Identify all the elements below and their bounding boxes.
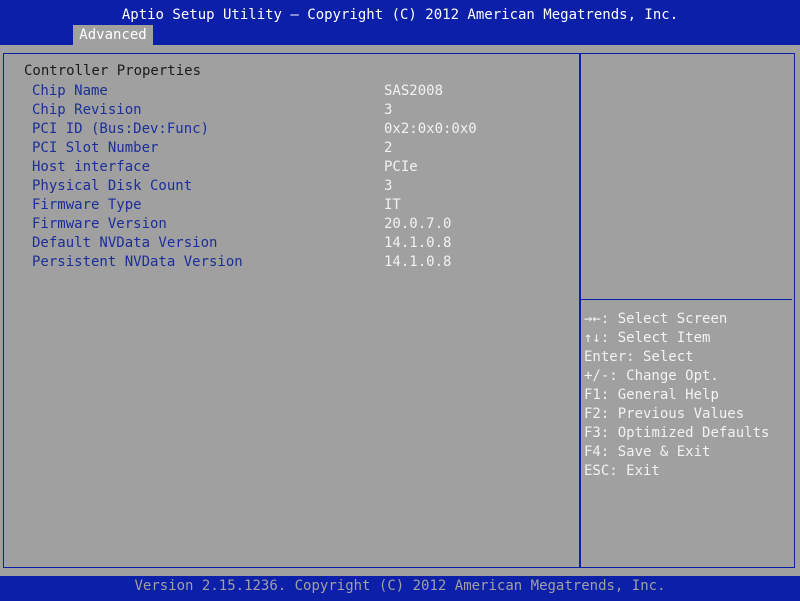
help-text: Select Item	[609, 330, 711, 346]
property-value: 20.0.7.0	[384, 216, 452, 232]
help-line-select-item: ↑↓: Select Item	[584, 330, 710, 346]
help-text: Select Screen	[609, 311, 728, 327]
help-divider	[581, 299, 792, 300]
arrow-up-down-icon: ↑↓:	[584, 330, 610, 346]
property-label: Firmware Version	[32, 216, 167, 232]
tab-advanced[interactable]: Advanced	[73, 25, 153, 45]
help-line-save-exit: F4: Save & Exit	[584, 444, 710, 460]
help-text: Save & Exit	[609, 444, 711, 460]
property-row-pci-id[interactable]: PCI ID (Bus:Dev:Func) 0x2:0x0:0x0	[0, 121, 560, 140]
property-row-chip-name[interactable]: Chip Name SAS2008	[0, 83, 560, 102]
property-label: Firmware Type	[32, 197, 142, 213]
footer-bar: Version 2.15.1236. Copyright (C) 2012 Am…	[0, 576, 800, 601]
property-label: Default NVData Version	[32, 235, 218, 251]
property-row-host-interface[interactable]: Host interface PCIe	[0, 159, 560, 178]
property-label: Chip Name	[32, 83, 108, 99]
panel-divider	[579, 53, 581, 568]
version-text: Version 2.15.1236. Copyright (C) 2012 Am…	[134, 578, 666, 594]
help-key: F4:	[584, 444, 610, 460]
property-value: PCIe	[384, 159, 418, 175]
property-row-firmware-type[interactable]: Firmware Type IT	[0, 197, 560, 216]
property-row-chip-revision[interactable]: Chip Revision 3	[0, 102, 560, 121]
property-label: Physical Disk Count	[32, 178, 193, 194]
help-text: General Help	[609, 387, 719, 403]
help-text: Optimized Defaults	[609, 425, 770, 441]
help-line-previous-values: F2: Previous Values	[584, 406, 744, 422]
property-label: PCI ID (Bus:Dev:Func)	[32, 121, 210, 137]
help-key: F2:	[584, 406, 610, 422]
utility-title: Aptio Setup Utility – Copyright (C) 2012…	[121, 7, 679, 23]
help-key: Enter:	[584, 349, 635, 365]
property-label: Persistent NVData Version	[32, 254, 243, 270]
help-line-enter: Enter: Select	[584, 349, 694, 365]
help-text: Previous Values	[609, 406, 745, 422]
property-row-persistent-nvdata-version[interactable]: Persistent NVData Version 14.1.0.8	[0, 254, 560, 273]
title-bar: Aptio Setup Utility – Copyright (C) 2012…	[0, 0, 800, 45]
property-row-physical-disk-count[interactable]: Physical Disk Count 3	[0, 178, 560, 197]
property-label: Chip Revision	[32, 102, 142, 118]
arrow-left-right-icon: →←:	[584, 311, 610, 327]
help-key: +/-:	[584, 368, 618, 384]
property-value: 14.1.0.8	[384, 235, 452, 251]
section-title: Controller Properties	[24, 63, 202, 79]
help-text: Select	[634, 349, 694, 365]
property-value: SAS2008	[384, 83, 444, 99]
property-row-default-nvdata-version[interactable]: Default NVData Version 14.1.0.8	[0, 235, 560, 254]
property-label: Host interface	[32, 159, 151, 175]
property-value: 0x2:0x0:0x0	[384, 121, 477, 137]
help-line-general-help: F1: General Help	[584, 387, 719, 403]
help-line-exit: ESC: Exit	[584, 463, 660, 479]
property-row-firmware-version[interactable]: Firmware Version 20.0.7.0	[0, 216, 560, 235]
property-value: 14.1.0.8	[384, 254, 452, 270]
help-line-change-opt: +/-: Change Opt.	[584, 368, 719, 384]
property-row-pci-slot-number[interactable]: PCI Slot Number 2	[0, 140, 560, 159]
help-key: ESC:	[584, 463, 618, 479]
help-text: Exit	[617, 463, 660, 479]
help-key: F1:	[584, 387, 610, 403]
property-value: IT	[384, 197, 401, 213]
property-value: 2	[384, 140, 393, 156]
help-line-select-screen: →←: Select Screen	[584, 311, 727, 327]
property-label: PCI Slot Number	[32, 140, 159, 156]
property-value: 3	[384, 102, 393, 118]
help-line-optimized-defaults: F3: Optimized Defaults	[584, 425, 769, 441]
property-value: 3	[384, 178, 393, 194]
help-key: F3:	[584, 425, 610, 441]
help-text: Change Opt.	[617, 368, 719, 384]
